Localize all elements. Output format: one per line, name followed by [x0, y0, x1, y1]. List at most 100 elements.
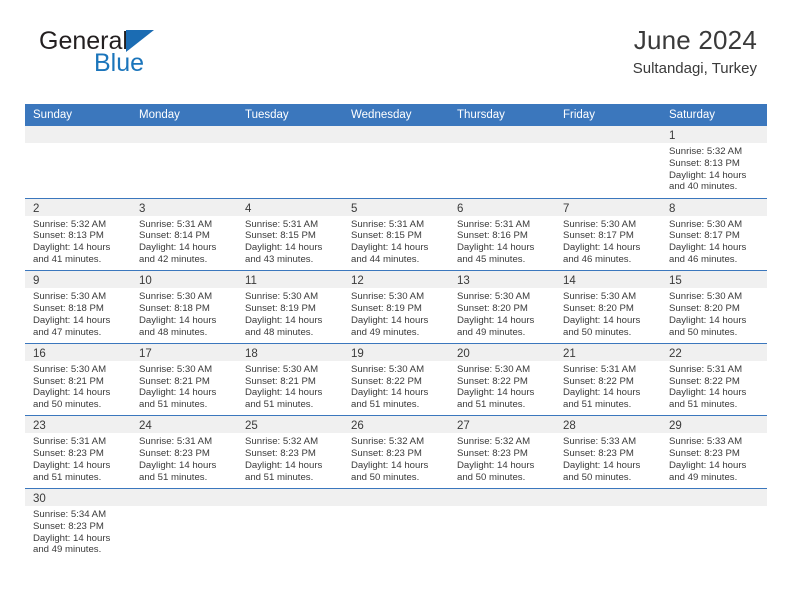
- logo-text-blue: Blue: [94, 49, 145, 77]
- calendar-day-cell[interactable]: 2 Sunrise: 5:32 AM Sunset: 8:13 PM Daylight…: [25, 198, 131, 271]
- day-number-band: 22: [661, 343, 767, 361]
- daylight-text-line1: Daylight: 14 hours: [139, 314, 217, 326]
- day-info: Sunrise: 5:30 AM Sunset: 8:22 PM Daylight:…: [343, 361, 449, 411]
- daylight-text-line1: Daylight: 14 hours: [563, 459, 641, 471]
- calendar-day-cell[interactable]: 21 Sunrise: 5:31 AM Sunset: 8:22 PM Dayligh…: [555, 343, 661, 416]
- sunrise-text: Sunrise: 5:32 AM: [351, 436, 425, 448]
- day-number-band: 21: [555, 343, 661, 361]
- day-number: 20: [457, 347, 470, 360]
- calendar-day-cell[interactable]: 23 Sunrise: 5:31 AM Sunset: 8:23 PM Dayligh…: [25, 416, 131, 488]
- sunrise-text: Sunrise: 5:30 AM: [669, 218, 743, 230]
- day-number: 7: [563, 202, 570, 215]
- daylight-text-line1: Daylight: 14 hours: [457, 242, 535, 254]
- calendar-day-cell[interactable]: 25 Sunrise: 5:32 AM Sunset: 8:23 PM Dayligh…: [237, 416, 343, 488]
- day-number-band: [449, 488, 555, 506]
- calendar-day-cell[interactable]: 10 Sunrise: 5:30 AM Sunset: 8:18 PM Dayligh…: [131, 271, 237, 343]
- day-number: 15: [669, 275, 682, 288]
- calendar-day-cell[interactable]: 7 Sunrise: 5:30 AM Sunset: 8:17 PM Daylight…: [555, 198, 661, 271]
- sunrise-text: Sunrise: 5:33 AM: [563, 436, 637, 448]
- calendar-day-cell[interactable]: 29 Sunrise: 5:33 AM Sunset: 8:23 PM Dayligh…: [661, 416, 767, 488]
- sunset-text: Sunset: 8:21 PM: [245, 375, 316, 387]
- calendar-day-cell[interactable]: 26 Sunrise: 5:32 AM Sunset: 8:23 PM Dayligh…: [343, 416, 449, 488]
- daylight-text-line1: Daylight: 14 hours: [457, 459, 535, 471]
- calendar-week-row: 2 Sunrise: 5:32 AM Sunset: 8:13 PM Daylight…: [25, 198, 767, 272]
- calendar-day-cell[interactable]: 20 Sunrise: 5:30 AM Sunset: 8:22 PM Dayligh…: [449, 343, 555, 416]
- general-blue-logo[interactable]: General Blue: [39, 28, 239, 80]
- calendar-day-cell[interactable]: 16 Sunrise: 5:30 AM Sunset: 8:21 PM Dayligh…: [25, 343, 131, 416]
- sunset-text: Sunset: 8:21 PM: [33, 375, 104, 387]
- calendar-day-cell[interactable]: 6 Sunrise: 5:31 AM Sunset: 8:16 PM Daylight…: [449, 198, 555, 271]
- sunset-text: Sunset: 8:22 PM: [563, 375, 634, 387]
- weekday-header-row: Sunday Monday Tuesday Wednesday Thursday…: [25, 104, 767, 126]
- daylight-text-line2: and 51 minutes.: [139, 471, 208, 483]
- sunrise-text: Sunrise: 5:30 AM: [245, 363, 319, 375]
- calendar-day-cell[interactable]: 24 Sunrise: 5:31 AM Sunset: 8:23 PM Dayligh…: [131, 416, 237, 488]
- calendar-day-cell[interactable]: 15 Sunrise: 5:30 AM Sunset: 8:20 PM Dayligh…: [661, 271, 767, 343]
- day-number-band: [131, 126, 237, 143]
- calendar-day-cell[interactable]: 8 Sunrise: 5:30 AM Sunset: 8:17 PM Daylight…: [661, 198, 767, 271]
- daylight-text-line1: Daylight: 14 hours: [351, 314, 429, 326]
- daylight-text-line1: Daylight: 14 hours: [457, 314, 535, 326]
- day-number-band: [449, 126, 555, 143]
- calendar-day-cell[interactable]: 17 Sunrise: 5:30 AM Sunset: 8:21 PM Dayligh…: [131, 343, 237, 416]
- daylight-text-line2: and 50 minutes.: [457, 471, 526, 483]
- sunset-text: Sunset: 8:19 PM: [351, 302, 422, 314]
- sunset-text: Sunset: 8:23 PM: [669, 448, 740, 460]
- sunrise-text: Sunrise: 5:34 AM: [33, 508, 107, 520]
- day-number: 5: [351, 202, 358, 215]
- calendar-day-cell[interactable]: 27 Sunrise: 5:32 AM Sunset: 8:23 PM Dayligh…: [449, 416, 555, 488]
- sunrise-text: Sunrise: 5:30 AM: [457, 291, 531, 303]
- daylight-text-line1: Daylight: 14 hours: [351, 242, 429, 254]
- daylight-text-line2: and 46 minutes.: [669, 253, 738, 265]
- day-number: 21: [563, 347, 576, 360]
- sunrise-text: Sunrise: 5:33 AM: [669, 436, 743, 448]
- daylight-text-line2: and 50 minutes.: [33, 399, 102, 411]
- daylight-text-line1: Daylight: 14 hours: [351, 459, 429, 471]
- day-number-band: [131, 488, 237, 506]
- daylight-text-line1: Daylight: 14 hours: [139, 459, 217, 471]
- calendar-day-cell[interactable]: 18 Sunrise: 5:30 AM Sunset: 8:21 PM Dayligh…: [237, 343, 343, 416]
- sunset-text: Sunset: 8:13 PM: [669, 157, 740, 169]
- daylight-text-line1: Daylight: 14 hours: [669, 459, 747, 471]
- calendar-day-cell[interactable]: 14 Sunrise: 5:30 AM Sunset: 8:20 PM Dayligh…: [555, 271, 661, 343]
- sunset-text: Sunset: 8:23 PM: [33, 448, 104, 460]
- sunrise-text: Sunrise: 5:31 AM: [563, 363, 637, 375]
- calendar-day-cell-empty: [449, 126, 555, 198]
- calendar-day-cell[interactable]: 4 Sunrise: 5:31 AM Sunset: 8:15 PM Daylight…: [237, 198, 343, 271]
- day-number-band: 27: [449, 416, 555, 434]
- calendar-day-cell-empty: [343, 126, 449, 198]
- day-number: 3: [139, 202, 146, 215]
- daylight-text-line1: Daylight: 14 hours: [351, 387, 429, 399]
- calendar-day-cell[interactable]: 28 Sunrise: 5:33 AM Sunset: 8:23 PM Dayligh…: [555, 416, 661, 488]
- calendar-day-cell-empty: [555, 488, 661, 563]
- daylight-text-line1: Daylight: 14 hours: [33, 387, 111, 399]
- calendar-day-cell[interactable]: 1 Sunrise: 5:32 AM Sunset: 8:13 PM Daylight…: [661, 126, 767, 198]
- day-number-band: 30: [25, 488, 131, 506]
- day-info: Sunrise: 5:32 AM Sunset: 8:23 PM Daylight:…: [449, 433, 555, 483]
- daylight-text-line2: and 40 minutes.: [669, 181, 738, 193]
- calendar-grid: Sunday Monday Tuesday Wednesday Thursday…: [25, 104, 767, 563]
- calendar-day-cell[interactable]: 5 Sunrise: 5:31 AM Sunset: 8:15 PM Daylight…: [343, 198, 449, 271]
- day-info: Sunrise: 5:30 AM Sunset: 8:21 PM Daylight:…: [25, 361, 131, 411]
- calendar-day-cell[interactable]: 30 Sunrise: 5:34 AM Sunset: 8:23 PM Dayligh…: [25, 488, 131, 563]
- day-info: Sunrise: 5:31 AM Sunset: 8:14 PM Daylight:…: [131, 216, 237, 266]
- calendar-day-cell-empty: [661, 488, 767, 563]
- calendar-weeks: 1 Sunrise: 5:32 AM Sunset: 8:13 PM Daylight…: [25, 126, 767, 563]
- calendar-day-cell-empty: [131, 126, 237, 198]
- daylight-text-line2: and 43 minutes.: [245, 253, 314, 265]
- sunset-text: Sunset: 8:16 PM: [457, 230, 528, 242]
- sunrise-text: Sunrise: 5:30 AM: [33, 363, 107, 375]
- calendar-day-cell[interactable]: 22 Sunrise: 5:31 AM Sunset: 8:22 PM Dayligh…: [661, 343, 767, 416]
- calendar-day-cell[interactable]: 9 Sunrise: 5:30 AM Sunset: 8:18 PM Daylight…: [25, 271, 131, 343]
- day-number: 22: [669, 347, 682, 360]
- calendar-day-cell[interactable]: 11 Sunrise: 5:30 AM Sunset: 8:19 PM Dayligh…: [237, 271, 343, 343]
- title-block: June 2024 Sultandagi, Turkey: [633, 24, 757, 80]
- sunrise-text: Sunrise: 5:32 AM: [245, 436, 319, 448]
- calendar-day-cell[interactable]: 3 Sunrise: 5:31 AM Sunset: 8:14 PM Daylight…: [131, 198, 237, 271]
- calendar-day-cell[interactable]: 19 Sunrise: 5:30 AM Sunset: 8:22 PM Dayligh…: [343, 343, 449, 416]
- sunrise-text: Sunrise: 5:30 AM: [245, 291, 319, 303]
- day-number-band: 9: [25, 271, 131, 289]
- calendar-day-cell[interactable]: 12 Sunrise: 5:30 AM Sunset: 8:19 PM Dayligh…: [343, 271, 449, 343]
- day-info: Sunrise: 5:31 AM Sunset: 8:23 PM Daylight:…: [25, 433, 131, 483]
- calendar-day-cell[interactable]: 13 Sunrise: 5:30 AM Sunset: 8:20 PM Dayligh…: [449, 271, 555, 343]
